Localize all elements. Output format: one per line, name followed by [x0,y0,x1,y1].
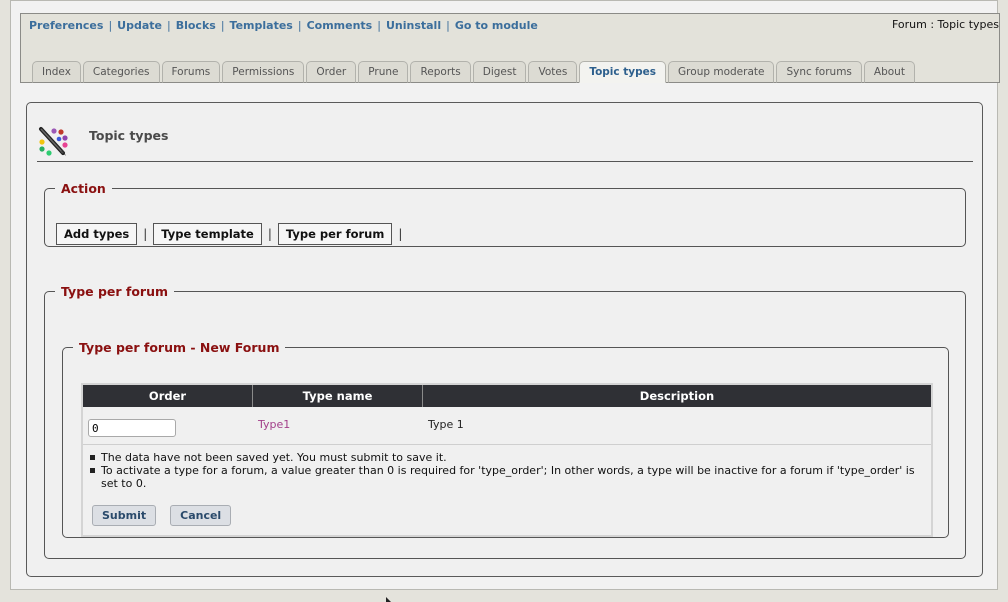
note-text: The data have not been saved yet. You mu… [101,451,447,464]
page-title: Topic types [89,128,169,143]
tab-votes[interactable]: Votes [528,61,578,83]
uninstall-link[interactable]: Uninstall [386,19,441,32]
type-name-column-header: Type name [253,385,423,407]
tab-sync-forums[interactable]: Sync forums [776,61,862,83]
notes: The data have not been saved yet. You mu… [89,451,925,490]
table-row: Type1 Type 1 [83,407,931,445]
form-buttons: Submit Cancel [92,505,245,526]
action-fieldset: Action Add types | Type template | Type … [44,181,966,247]
tab-group-moderate[interactable]: Group moderate [668,61,775,83]
tab-categories[interactable]: Categories [82,61,160,83]
note-item: To activate a type for a forum, a value … [89,464,925,490]
description-column-header: Description [639,389,715,403]
note-item: The data have not been saved yet. You mu… [89,451,925,464]
action-buttons: Add types | Type template | Type per for… [56,223,408,245]
table-header: Order Type name Description [83,385,931,407]
breadcrumb: Forum : Topic types [891,18,999,31]
type-per-forum-fieldset: Type per forum Type per forum - New Foru… [44,284,966,559]
update-link[interactable]: Update [117,19,162,32]
tab-topic-types[interactable]: Topic types [579,61,667,83]
type-name-cell: Type1 [253,407,423,444]
note-text: To activate a type for a forum, a value … [101,464,915,490]
templates-link[interactable]: Templates [230,19,293,32]
type-name-link[interactable]: Type1 [258,418,290,431]
type-description: Type 1 [428,418,464,431]
add-types-button[interactable]: Add types [56,223,138,245]
action-legend: Action [61,181,106,196]
preferences-link[interactable]: Preferences [29,19,103,32]
tab-reports[interactable]: Reports [410,61,471,83]
new-forum-fieldset: Type per forum - New Forum Order Type na… [62,340,949,538]
blocks-link[interactable]: Blocks [176,19,216,32]
page-header: Topic types [37,123,973,162]
type-per-forum-legend: Type per forum [61,284,169,299]
tab-index[interactable]: Index [32,61,81,83]
module-header: Preferences | Update | Blocks | Templates | Comm… [20,13,1000,83]
type-template-button[interactable]: Type template [153,223,262,245]
bullet-icon [90,455,95,460]
tab-prune[interactable]: Prune [358,61,409,83]
order-input[interactable] [88,419,176,437]
tab-permissions[interactable]: Permissions [222,61,305,83]
type-per-forum-button[interactable]: Type per forum [277,223,393,245]
mouse-cursor-icon [386,597,391,602]
description-cell: Type 1 [423,407,931,444]
order-cell [83,407,253,444]
content-panel: Topic types Action Add types | Type temp… [26,102,983,577]
submit-button[interactable]: Submit [92,505,157,526]
comments-link[interactable]: Comments [307,19,373,32]
new-forum-legend: Type per forum - New Forum [79,340,280,355]
tab-bar: Index Categories Forums Permissions Orde… [32,61,917,83]
type-table: Order Type name Description Type1 Type 1 [81,383,933,537]
tab-order[interactable]: Order [306,61,357,83]
go-to-module-link[interactable]: Go to module [455,19,538,32]
tab-digest[interactable]: Digest [472,61,527,83]
order-column-header: Order [83,385,253,407]
action-separator: | [143,227,148,241]
admin-frame: Preferences | Update | Blocks | Templates | Comm… [10,0,1000,590]
action-separator: | [267,227,272,241]
action-separator: | [398,227,403,241]
tab-about[interactable]: About [863,61,915,83]
cancel-button[interactable]: Cancel [170,505,232,526]
topic-types-icon [39,127,68,156]
top-links: Preferences | Update | Blocks | Templates | Comm… [29,19,538,32]
bullet-icon [90,468,95,473]
tab-forums[interactable]: Forums [161,61,221,83]
